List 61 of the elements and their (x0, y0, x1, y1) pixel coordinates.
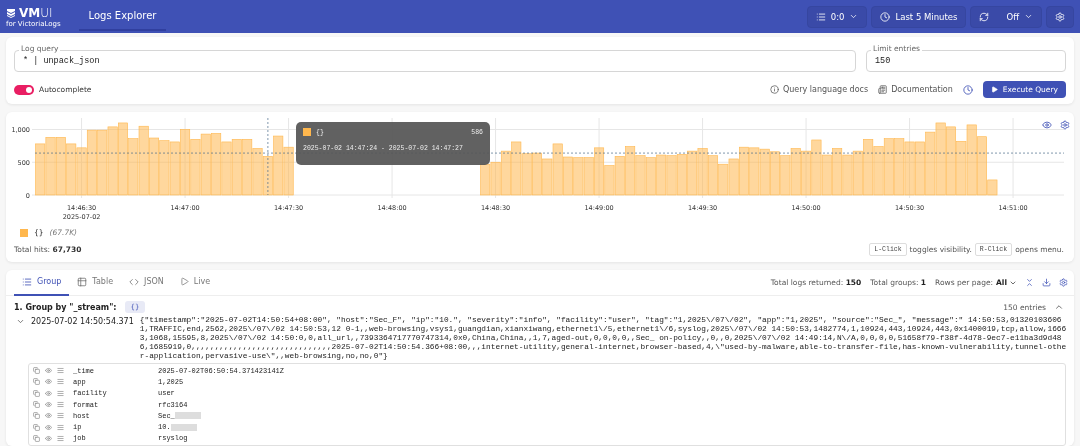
limit-field[interactable]: 150 (866, 50, 1066, 72)
eye-icon[interactable] (45, 401, 52, 409)
table-icon (77, 276, 88, 287)
caret-icon (1024, 12, 1033, 21)
tenant-button[interactable]: 0:0 (806, 5, 868, 28)
view-tab[interactable]: Live (171, 269, 219, 296)
autocomplete-switch[interactable] (14, 84, 34, 95)
copy-icon[interactable] (33, 378, 40, 386)
eye-icon[interactable] (45, 389, 52, 397)
docs-link[interactable]: Query language docs (769, 85, 869, 94)
eye-icon[interactable] (45, 434, 52, 442)
copy-icon[interactable] (33, 389, 40, 397)
logo-text: VMUI (19, 5, 53, 20)
docs-link[interactable]: Documentation (878, 85, 953, 94)
series-swatch (303, 128, 311, 136)
log-time: 2025-07-02 14:50:54.371 (31, 316, 134, 326)
logo-icon (6, 7, 16, 18)
copy-icon[interactable] (33, 367, 40, 375)
legend-swatch[interactable] (20, 228, 28, 237)
settings-icon[interactable] (1059, 278, 1068, 287)
download-icon[interactable] (1042, 278, 1051, 287)
caret-icon (849, 12, 859, 21)
view-tab[interactable]: Group (14, 269, 70, 296)
info-icon (769, 85, 779, 94)
copy-icon[interactable] (33, 412, 40, 420)
collapse-button[interactable] (1054, 302, 1064, 312)
nav-tab[interactable]: Logs Explorer (78, 2, 167, 31)
play-icon (179, 277, 189, 286)
list-icon (815, 11, 826, 22)
menu-icon[interactable] (57, 389, 64, 397)
chart-bar[interactable] (480, 163, 491, 196)
eye-icon[interactable] (45, 423, 52, 431)
copy-icon[interactable] (33, 434, 40, 442)
group-title: 1. Group by "_stream": (14, 302, 117, 312)
refresh-icon (979, 11, 990, 22)
time-range-button[interactable]: Last 5 Minutes (871, 5, 967, 28)
eye-icon[interactable] (45, 412, 52, 420)
refresh-button[interactable]: Off (970, 5, 1042, 28)
list-icon (22, 276, 32, 287)
menu-icon[interactable] (57, 434, 64, 442)
copy-icon[interactable] (33, 423, 40, 431)
menu-icon[interactable] (57, 401, 64, 409)
code-icon (129, 276, 140, 287)
copy-icon[interactable] (33, 401, 40, 409)
view-tab[interactable]: Table (69, 269, 122, 296)
settings-button[interactable] (1046, 5, 1074, 28)
eye-icon[interactable] (45, 367, 52, 375)
settings-icon[interactable] (1060, 120, 1070, 130)
menu-icon[interactable] (57, 378, 64, 386)
newspaper-icon (878, 85, 888, 94)
menu-icon[interactable] (57, 367, 64, 375)
clock-icon (880, 11, 891, 22)
settings-icon (1055, 11, 1065, 22)
history-button[interactable] (962, 84, 973, 95)
eye-icon[interactable] (45, 378, 52, 386)
menu-icon[interactable] (57, 423, 64, 431)
play-icon (990, 86, 998, 93)
eye-icon[interactable] (1042, 120, 1052, 130)
view-tab[interactable]: JSON (121, 269, 172, 296)
menu-icon[interactable] (57, 412, 64, 420)
collapse-icon[interactable] (1025, 278, 1034, 287)
